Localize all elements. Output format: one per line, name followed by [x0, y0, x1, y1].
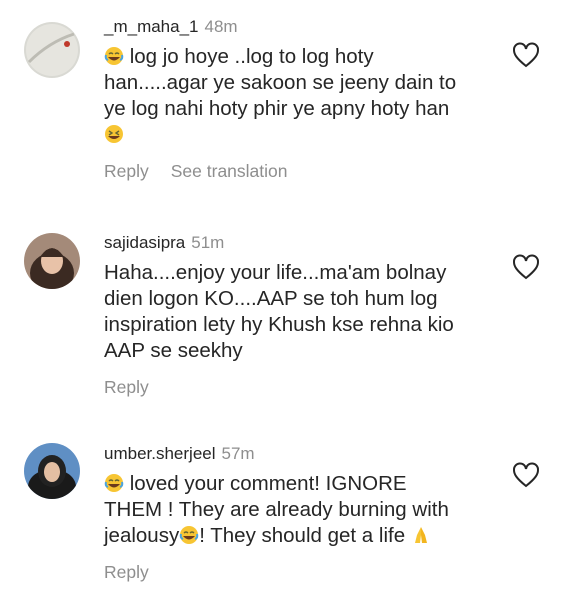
laugh-emoji-icon [179, 525, 199, 545]
reply-button[interactable]: Reply [104, 161, 149, 181]
avatar[interactable] [24, 233, 80, 289]
comment-actions: Reply See translation [104, 161, 499, 182]
comment-line: THEM ! They are already burning with [104, 498, 449, 521]
comment-line: inspiration lety hy Khush kse rehna kio [104, 313, 454, 336]
comment-line: ! They should get a life [199, 524, 406, 547]
avatar[interactable] [24, 22, 80, 78]
like-heart-icon[interactable] [512, 42, 540, 68]
comment-line: AAP se seekhy [104, 339, 243, 362]
like-heart-icon[interactable] [512, 254, 540, 280]
username[interactable]: sajidasipra [104, 233, 185, 252]
see-translation-button[interactable]: See translation [171, 161, 288, 181]
like-heart-icon[interactable] [512, 462, 540, 488]
comment-meta: _m_maha_1 48m [104, 16, 499, 38]
reply-button[interactable]: Reply [104, 377, 149, 397]
comment-actions: Reply [104, 377, 499, 398]
comment-text: Haha....enjoy your life...ma'am bolnay d… [104, 260, 499, 364]
username[interactable]: _m_maha_1 [104, 17, 199, 36]
pray-emoji-icon [411, 525, 431, 545]
laugh-emoji-icon [104, 46, 124, 66]
timestamp: 57m [221, 444, 255, 463]
grin-emoji-icon [104, 124, 124, 144]
comment-meta: umber.sherjeel 57m [104, 443, 499, 465]
reply-button[interactable]: Reply [104, 562, 149, 582]
comment-line: loved your comment! IGNORE [129, 472, 407, 495]
comment-meta: sajidasipra 51m [104, 232, 499, 254]
comment-text: loved your comment! IGNORE THEM ! They a… [104, 471, 499, 549]
comment-actions: Reply [104, 562, 499, 583]
comment-line: han.....agar ye sakoon se jeeny dain to [104, 71, 457, 94]
comment-line: Haha....enjoy your life...ma'am bolnay [104, 261, 447, 284]
comment-line: log jo hoye ..log to log hoty [129, 45, 374, 68]
comment-line: dien logon KO....AAP se toh hum log [104, 287, 438, 310]
comment-line: jealousy [104, 524, 180, 547]
comment-text: log jo hoye ..log to log hoty han.....ag… [104, 44, 499, 148]
timestamp: 48m [204, 17, 238, 36]
avatar[interactable] [24, 443, 80, 499]
comment-line: ye log nahi hoty phir ye apny hoty han [104, 97, 450, 120]
username[interactable]: umber.sherjeel [104, 444, 216, 463]
laugh-emoji-icon [104, 473, 124, 493]
timestamp: 51m [191, 233, 225, 252]
